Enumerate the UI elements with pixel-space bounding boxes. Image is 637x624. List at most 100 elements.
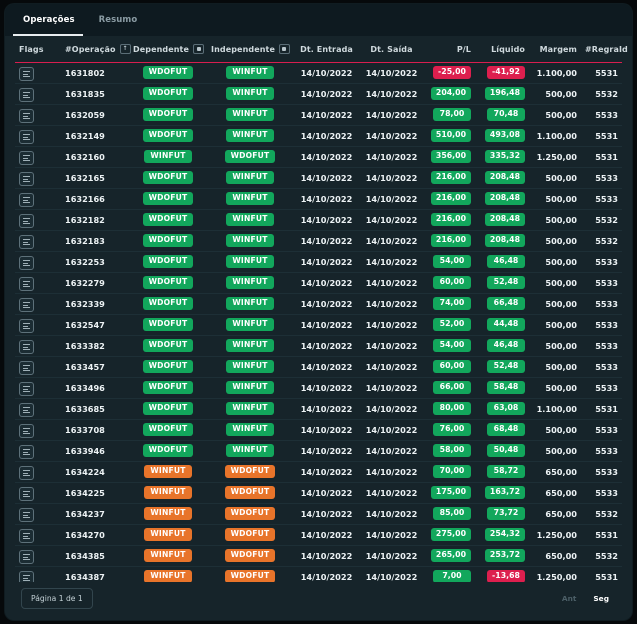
col-header-operacao[interactable]: #Operação ↑ [61, 37, 131, 63]
tab-resumo[interactable]: Resumo [89, 4, 152, 36]
table-row[interactable]: 1631802 WDOFUT WINFUT 14/10/2022 14/10/2022-… [15, 62, 622, 84]
filter-icon-dependente[interactable] [193, 44, 205, 55]
cell-flags [15, 230, 61, 252]
list-lines-icon[interactable] [19, 130, 34, 144]
list-lines-icon[interactable] [19, 214, 34, 228]
col-header-margem[interactable]: Margem [529, 37, 581, 63]
cell-flags [15, 104, 61, 126]
table-row[interactable]: 1632339 WDOFUT WINFUT 14/10/2022 14/10/2022 7… [15, 293, 622, 315]
table-row[interactable]: 1634225 WINFUT WDOFUT 14/10/2022 14/10/2022 1… [15, 482, 622, 504]
list-lines-icon[interactable] [19, 403, 34, 417]
cell-dependente: WDOFUT [129, 230, 207, 252]
cell-pl: 265,00 [423, 545, 475, 567]
cell-dt-entrada: 14/10/2022 [293, 188, 360, 210]
list-lines-icon[interactable] [19, 487, 34, 501]
cell-margem: 500,00 [529, 104, 581, 126]
cell-liquido-chip: 50,48 [487, 443, 525, 458]
cell-liquido-chip: 70,48 [487, 107, 525, 122]
table-row[interactable]: 1634385 WINFUT WDOFUT 14/10/2022 14/10/2022 2… [15, 545, 622, 567]
cell-pl: 60,00 [423, 356, 475, 378]
list-lines-icon[interactable] [19, 445, 34, 459]
table-row[interactable]: 1634387 WINFUT WDOFUT 14/10/2022 14/10/2022 7… [15, 566, 622, 582]
list-lines-icon[interactable] [19, 67, 34, 81]
table-row[interactable]: 1632183 WDOFUT WINFUT 14/10/2022 14/10/2022 2… [15, 230, 622, 252]
cell-dt-entrada: 14/10/2022 [293, 335, 360, 357]
list-lines-icon[interactable] [19, 109, 34, 123]
operations-panel: Operações Resumo Flags #Operação ↑ Depen… [5, 4, 632, 620]
list-lines-icon[interactable] [19, 424, 34, 438]
table-row[interactable]: 1632547 WDOFUT WINFUT 14/10/2022 14/10/2022 5… [15, 314, 622, 336]
col-header-dt-entrada[interactable]: Dt. Entrada [293, 37, 360, 63]
cell-regraid: 5533 [581, 482, 622, 504]
table-row[interactable]: 1632182 WDOFUT WINFUT 14/10/2022 14/10/2022 2… [15, 209, 622, 231]
cell-liquido: 52,48 [475, 356, 529, 378]
cell-liquido-chip: 253,72 [484, 548, 525, 563]
list-lines-icon[interactable] [19, 88, 34, 102]
table-row[interactable]: 1633496 WDOFUT WINFUT 14/10/2022 14/10/2022 6… [15, 377, 622, 399]
list-lines-icon[interactable] [19, 277, 34, 291]
cell-liquido: 58,48 [475, 377, 529, 399]
list-lines-icon[interactable] [19, 508, 34, 522]
list-lines-icon[interactable] [19, 235, 34, 249]
cell-independente: WINFUT [207, 167, 293, 189]
cell-independente: WINFUT [207, 83, 293, 105]
col-header-liquido[interactable]: Líquido [475, 37, 529, 63]
cell-flags [15, 251, 61, 273]
table-row[interactable]: 1632279 WDOFUT WINFUT 14/10/2022 14/10/2022 6… [15, 272, 622, 294]
table-footer: Página 1 de 1 Ant Seg [5, 582, 632, 620]
list-lines-icon[interactable] [19, 466, 34, 480]
cell-regraid: 5533 [581, 335, 622, 357]
col-header-flags[interactable]: Flags [15, 37, 61, 63]
table-row[interactable]: 1633457 WDOFUT WINFUT 14/10/2022 14/10/2022 6… [15, 356, 622, 378]
col-header-dependente[interactable]: Dependente [129, 37, 207, 63]
table-row[interactable]: 1633685 WDOFUT WINFUT 14/10/2022 14/10/2022 8… [15, 398, 622, 420]
cell-operacao: 1632166 [61, 188, 129, 210]
list-lines-icon[interactable] [19, 298, 34, 312]
table-row[interactable]: 1634270 WINFUT WDOFUT 14/10/2022 14/10/2022 2… [15, 524, 622, 546]
col-header-pl[interactable]: P/L [423, 37, 475, 63]
cell-dt-entrada: 14/10/2022 [293, 146, 360, 168]
table-row[interactable]: 1634237 WINFUT WDOFUT 14/10/2022 14/10/2022 8… [15, 503, 622, 525]
table-row[interactable]: 1633382 WDOFUT WINFUT 14/10/2022 14/10/2022 5… [15, 335, 622, 357]
cell-dt-saida: 14/10/2022 [360, 419, 423, 441]
list-lines-icon[interactable] [19, 361, 34, 375]
list-lines-icon[interactable] [19, 529, 34, 543]
list-lines-icon[interactable] [19, 319, 34, 333]
table-row[interactable]: 1633708 WDOFUT WINFUT 14/10/2022 14/10/2022 7… [15, 419, 622, 441]
list-lines-icon[interactable] [19, 172, 34, 186]
table-row[interactable]: 1631835 WDOFUT WINFUT 14/10/2022 14/10/2022 2… [15, 83, 622, 105]
table-row[interactable]: 1632059 WDOFUT WINFUT 14/10/2022 14/10/2022 7… [15, 104, 622, 126]
filter-icon-independente[interactable] [278, 44, 290, 55]
cell-dependente: WINFUT [129, 482, 207, 504]
table-row[interactable]: 1632165 WDOFUT WINFUT 14/10/2022 14/10/2022 2… [15, 167, 622, 189]
cell-liquido: 493,08 [475, 125, 529, 147]
list-lines-icon[interactable] [19, 256, 34, 270]
prev-page-button[interactable]: Ant [554, 589, 584, 607]
cell-flags [15, 545, 61, 567]
cell-independente: WINFUT [207, 398, 293, 420]
cell-regraid: 5532 [581, 209, 622, 231]
list-lines-icon[interactable] [19, 382, 34, 396]
table-row[interactable]: 1632253 WDOFUT WINFUT 14/10/2022 14/10/2022 5… [15, 251, 622, 273]
next-page-button[interactable]: Seg [586, 589, 616, 607]
table-row[interactable]: 1632149 WDOFUT WINFUT 14/10/2022 14/10/2022 5… [15, 125, 622, 147]
tab-operacoes-label: Operações [23, 15, 75, 25]
col-header-dt-saida[interactable]: Dt. Saída [360, 37, 423, 63]
cell-pl-chip: 76,00 [433, 422, 471, 437]
cell-dependente-badge: WDOFUT [142, 338, 194, 353]
list-lines-icon[interactable] [19, 193, 34, 207]
table-row[interactable]: 1634224 WINFUT WDOFUT 14/10/2022 14/10/2022 7… [15, 461, 622, 483]
table-row[interactable]: 1632166 WDOFUT WINFUT 14/10/2022 14/10/2022 2… [15, 188, 622, 210]
list-lines-icon[interactable] [19, 151, 34, 165]
list-lines-icon[interactable] [19, 571, 34, 582]
table-row[interactable]: 1632160 WINFUT WDOFUT 14/10/2022 14/10/2022 3… [15, 146, 622, 168]
list-lines-icon[interactable] [19, 550, 34, 564]
list-lines-icon[interactable] [19, 340, 34, 354]
cell-margem: 500,00 [529, 377, 581, 399]
col-header-independente[interactable]: Independente [207, 37, 293, 63]
col-header-regraid[interactable]: #RegraId [581, 37, 628, 63]
pagination-controls: Ant Seg [554, 589, 616, 607]
sort-ascending-icon[interactable]: ↑ [119, 44, 131, 55]
table-row[interactable]: 1633946 WDOFUT WINFUT 14/10/2022 14/10/2022 5… [15, 440, 622, 462]
tab-operacoes[interactable]: Operações [13, 4, 89, 36]
